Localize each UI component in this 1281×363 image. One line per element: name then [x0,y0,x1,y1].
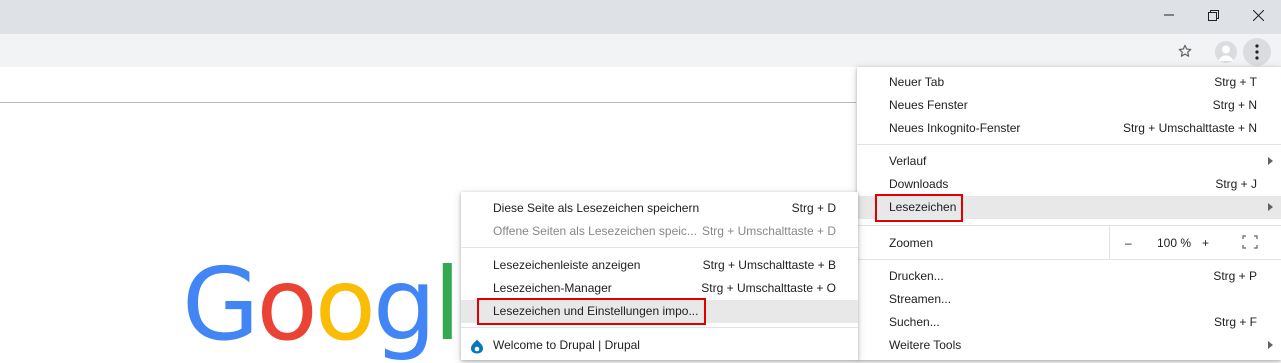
submenu-item-label: Lesezeichen-Manager [493,281,612,295]
zoom-controls: – 100 % + [1109,226,1281,259]
menu-item-label: Downloads [889,177,949,191]
submenu-item-show-bookmarks-bar[interactable]: Lesezeichenleiste anzeigen Strg + Umscha… [461,254,858,277]
page-divider [0,102,856,103]
menu-item-label: Drucken... [889,269,944,283]
menu-item-label: Zoomen [889,236,934,250]
fullscreen-icon[interactable] [1242,235,1258,252]
kebab-menu-icon[interactable] [1243,38,1271,66]
window-titlebar [0,0,1281,34]
submenu-item-label: Welcome to Drupal | Drupal [493,338,640,352]
avatar-icon[interactable] [1215,41,1237,63]
menu-item-shortcut: Strg + Umschalttaste + N [1122,121,1257,135]
submenu-item-bookmark-manager[interactable]: Lesezeichen-Manager Strg + Umschalttaste… [461,277,858,300]
logo-letter: G [182,246,259,363]
menu-item-history[interactable]: Verlauf [857,150,1281,173]
star-icon[interactable] [1172,41,1198,61]
zoom-out-button[interactable]: – [1125,236,1132,250]
submenu-item-shortcut: Strg + Umschalttaste + D [701,224,836,238]
chrome-main-menu: Neuer Tab Strg + T Neues Fenster Strg + … [857,67,1281,360]
submenu-item-bookmark-open-pages[interactable]: Offene Seiten als Lesezeichen speic... S… [461,220,858,243]
logo-letter: g [372,246,437,363]
menu-item-incognito[interactable]: Neues Inkognito-Fenster Strg + Umschaltt… [857,117,1281,140]
menu-item-print[interactable]: Drucken... Strg + P [857,265,1281,288]
submenu-arrow-icon [1268,157,1273,165]
menu-item-shortcut: Strg + N [1212,98,1257,112]
menu-item-new-window[interactable]: Neues Fenster Strg + N [857,94,1281,117]
zoom-level: 100 % [1157,236,1192,250]
menu-separator [461,327,858,328]
menu-separator [857,259,1281,260]
menu-item-zoom: Zoomen – 100 % + [857,226,1281,259]
menu-item-label: Suchen... [889,315,940,329]
menu-item-new-tab[interactable]: Neuer Tab Strg + T [857,71,1281,94]
logo-letter: o [256,246,318,363]
menu-item-downloads[interactable]: Downloads Strg + J [857,173,1281,196]
submenu-item-drupal[interactable]: Welcome to Drupal | Drupal [461,334,858,357]
submenu-item-label: Offene Seiten als Lesezeichen speic... [493,224,697,238]
browser-toolbar [0,34,1281,67]
submenu-item-label: Lesezeichenleiste anzeigen [493,258,641,272]
bookmarks-submenu: Diese Seite als Lesezeichen speichern St… [461,192,858,360]
submenu-item-shortcut: Strg + Umschalttaste + O [701,281,836,295]
menu-item-label: Neues Inkognito-Fenster [889,121,1021,135]
submenu-item-label: Diese Seite als Lesezeichen speichern [493,201,700,215]
submenu-item-bookmark-page[interactable]: Diese Seite als Lesezeichen speichern St… [461,197,858,220]
submenu-arrow-icon [1268,341,1273,349]
logo-letter: o [314,246,376,363]
close-icon[interactable] [1235,0,1281,30]
menu-item-label: Neuer Tab [889,75,945,89]
menu-item-shortcut: Strg + J [1215,177,1257,191]
menu-separator [857,144,1281,145]
menu-item-label: Streamen... [889,292,952,306]
menu-item-label: Verlauf [889,154,927,168]
submenu-item-shortcut: Strg + Umschalttaste + B [702,258,836,272]
logo-letter: l [433,246,461,363]
highlight-box [477,298,706,325]
submenu-item-shortcut: Strg + D [791,201,836,215]
menu-item-shortcut: Strg + T [1214,75,1257,89]
highlight-box [875,194,963,222]
menu-item-label: Weitere Tools [889,338,962,352]
menu-item-cast[interactable]: Streamen... [857,288,1281,311]
submenu-arrow-icon [1268,203,1273,211]
drupal-icon [470,339,484,357]
menu-item-label: Neues Fenster [889,98,968,112]
minimize-icon[interactable] [1146,0,1192,30]
menu-item-more-tools[interactable]: Weitere Tools [857,334,1281,357]
zoom-in-button[interactable]: + [1202,236,1209,250]
menu-separator [461,247,858,248]
menu-item-find[interactable]: Suchen... Strg + F [857,311,1281,334]
menu-item-shortcut: Strg + F [1213,315,1257,329]
menu-item-shortcut: Strg + P [1213,269,1257,283]
restore-icon[interactable] [1190,0,1236,30]
